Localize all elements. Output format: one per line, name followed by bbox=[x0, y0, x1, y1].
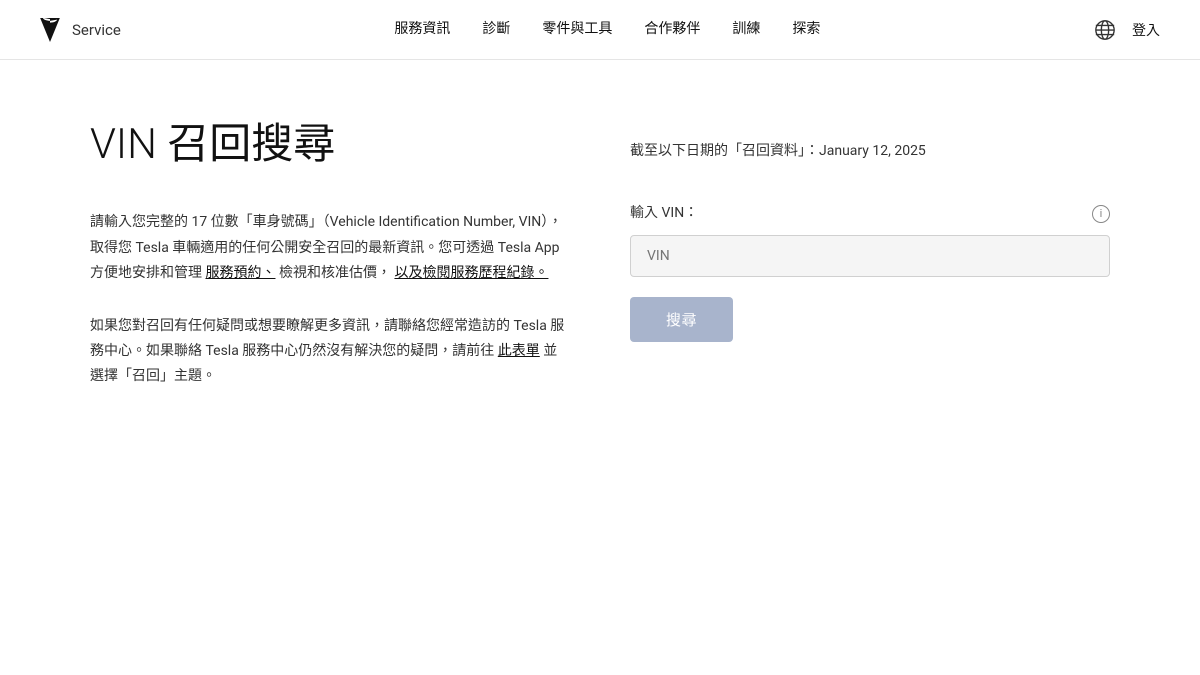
description-2: 如果您對召回有任何疑問或想要瞭解更多資訊，請聯絡您經常造訪的 Tesla 服務中… bbox=[90, 314, 570, 390]
main-nav: 服務資訊 診斷 零件與工具 合作夥伴 訓練 探索 bbox=[394, 18, 820, 40]
globe-icon[interactable] bbox=[1094, 19, 1116, 41]
nav-service-info[interactable]: 服務資訊 bbox=[394, 18, 450, 40]
vin-label: 輸入 VIN： bbox=[630, 202, 698, 224]
main-content: VIN 召回搜尋 請輸入您完整的 17 位數「車身號碼」（Vehicle Ide… bbox=[50, 60, 1150, 450]
site-header: Service 服務資訊 診斷 零件與工具 合作夥伴 訓練 探索 登入 bbox=[0, 0, 1200, 60]
service-appointment-link[interactable]: 服務預約、 bbox=[205, 265, 275, 281]
login-button[interactable]: 登入 bbox=[1132, 20, 1160, 40]
header-right: 登入 bbox=[1094, 19, 1160, 41]
nav-parts-tools[interactable]: 零件與工具 bbox=[542, 18, 612, 40]
nav-explore[interactable]: 探索 bbox=[792, 18, 820, 40]
page-title: VIN 召回搜尋 bbox=[90, 120, 570, 170]
service-history-link[interactable]: 以及檢閱服務歷程紀錄。 bbox=[394, 265, 548, 281]
recall-form-link[interactable]: 此表單 bbox=[498, 343, 540, 359]
description-1: 請輸入您完整的 17 位數「車身號碼」（Vehicle Identificati… bbox=[90, 210, 570, 286]
nav-diagnostics[interactable]: 診斷 bbox=[482, 18, 510, 40]
vin-input[interactable] bbox=[630, 235, 1110, 277]
tesla-t-icon bbox=[40, 18, 60, 42]
logo-link[interactable]: Service bbox=[40, 18, 121, 42]
nav-partners[interactable]: 合作夥伴 bbox=[644, 18, 700, 40]
recall-date: 截至以下日期的「召回資料」：January 12, 2025 bbox=[630, 140, 1110, 162]
service-label: Service bbox=[72, 18, 121, 42]
right-column: 截至以下日期的「召回資料」：January 12, 2025 輸入 VIN： i… bbox=[630, 120, 1110, 390]
left-column: VIN 召回搜尋 請輸入您完整的 17 位數「車身號碼」（Vehicle Ide… bbox=[90, 120, 570, 390]
search-button[interactable]: 搜尋 bbox=[630, 297, 733, 342]
info-icon[interactable]: i bbox=[1092, 205, 1110, 223]
vin-label-row: 輸入 VIN： i bbox=[630, 202, 1110, 224]
nav-training[interactable]: 訓練 bbox=[732, 18, 760, 40]
